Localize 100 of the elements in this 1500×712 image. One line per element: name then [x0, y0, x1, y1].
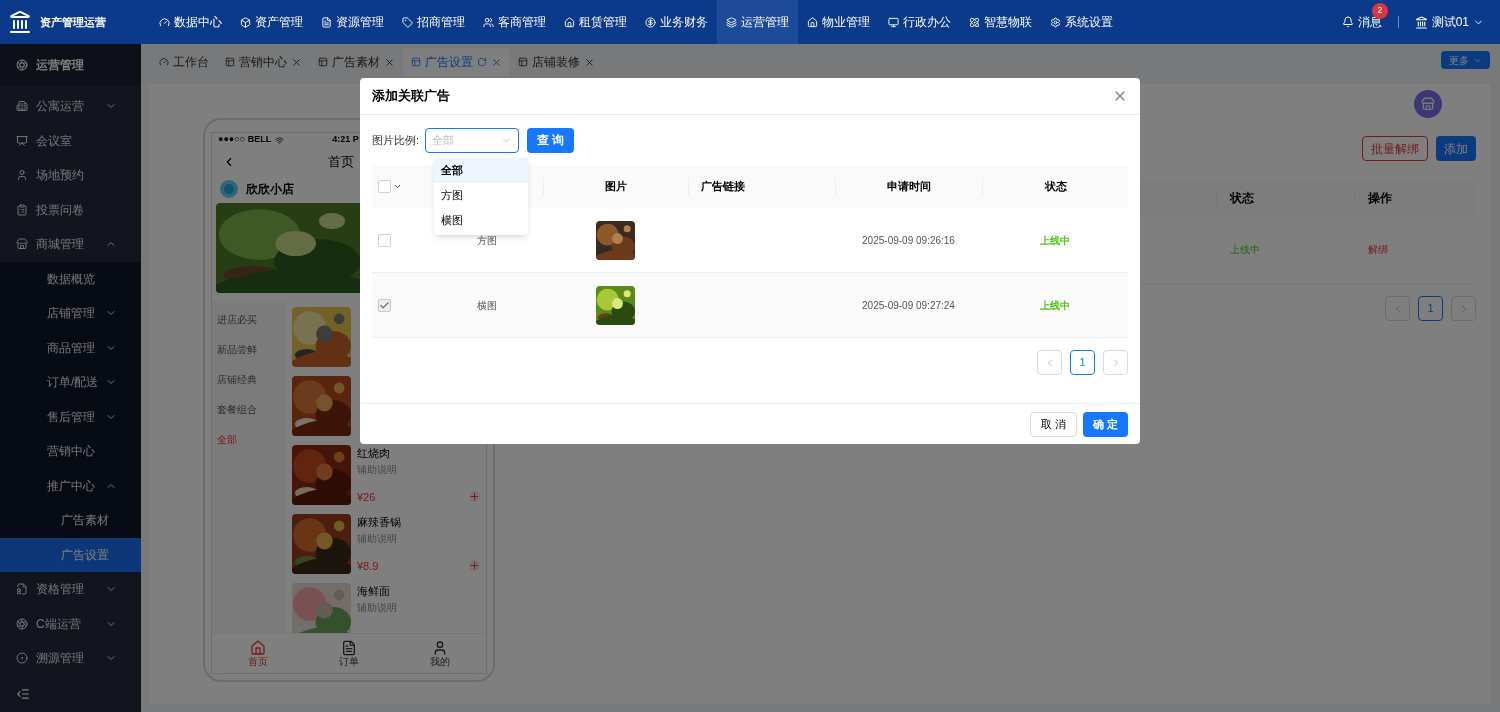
page-tab[interactable]: 店铺装修 — [510, 48, 603, 76]
dropdown-option[interactable]: 方图 — [434, 183, 528, 208]
sidebar-item[interactable]: 数据概览 — [0, 261, 141, 296]
nav-item[interactable]: 招商管理 — [393, 0, 474, 44]
nav-item[interactable]: 资产管理 — [231, 0, 312, 44]
table-cell: 2025-09-09 09:27:24 — [862, 299, 955, 311]
batch-unbind-button[interactable]: 批量解绑 — [1362, 136, 1428, 161]
wifi-icon — [275, 135, 285, 145]
page-icon — [411, 57, 421, 67]
store-icon[interactable] — [1414, 90, 1442, 118]
status-text: 上线中 — [1040, 299, 1070, 311]
column-header: 状态 — [1044, 180, 1067, 193]
nav-item[interactable]: 系统设置 — [1041, 0, 1122, 44]
gauge-icon — [159, 57, 169, 67]
page-tab[interactable]: 广告素材 — [310, 48, 403, 76]
collapse-icon[interactable] — [16, 687, 30, 701]
bell-icon[interactable] — [1341, 16, 1354, 28]
sidebar-item[interactable]: 店铺管理 — [0, 296, 141, 331]
previous-page-button[interactable] — [1037, 350, 1062, 375]
sidebar-item[interactable]: 溯源管理 — [0, 641, 141, 676]
status-text: 上线中 — [1230, 244, 1260, 255]
sidebar-item[interactable]: 推广中心 — [0, 468, 141, 503]
nav-item[interactable]: 运营管理 — [717, 0, 798, 44]
close-icon[interactable] — [384, 56, 395, 68]
house-icon — [249, 640, 266, 656]
dish-name: 海鲜面 — [357, 584, 391, 599]
sidebar-item[interactable]: 营销中心 — [0, 434, 141, 469]
sidebar-item[interactable]: 商品管理 — [0, 330, 141, 365]
close-icon[interactable] — [584, 56, 595, 68]
add-button[interactable]: 添加 — [1436, 136, 1476, 161]
close-icon[interactable] — [291, 56, 302, 68]
page-tab[interactable]: 营销中心 — [217, 48, 310, 76]
nav-item[interactable]: 智慧物联 — [960, 0, 1041, 44]
nav-item[interactable]: 资源管理 — [312, 0, 393, 44]
checkbox[interactable] — [378, 233, 391, 247]
dropdown-option[interactable]: 全部 — [434, 158, 528, 183]
refresh-icon[interactable] — [477, 57, 487, 67]
logo-icon — [8, 10, 32, 34]
page-button[interactable]: 1 — [1418, 296, 1443, 321]
checkbox[interactable] — [378, 180, 391, 193]
sidebar-item[interactable]: 广告素材 — [0, 503, 141, 538]
clock-text: 4:21 P — [332, 133, 359, 147]
page-tab[interactable]: 广告设置 — [403, 48, 510, 76]
category-item[interactable]: 全部 — [217, 429, 286, 449]
close-icon[interactable] — [491, 56, 502, 68]
sidebar-title: 运营管理 — [36, 57, 84, 74]
category-item[interactable]: 新品尝鲜 — [217, 339, 286, 359]
category-item[interactable]: 进店必买 — [217, 309, 286, 329]
store-name: 欣欣小店 — [246, 181, 294, 198]
cube-icon — [240, 16, 251, 28]
nav-item[interactable]: 业务财务 — [636, 0, 717, 44]
atom-icon — [969, 16, 980, 28]
page-button[interactable]: 1 — [1070, 350, 1095, 375]
app-title: 资产管理运营 — [40, 14, 106, 30]
nav-item[interactable]: 物业管理 — [798, 0, 879, 44]
sidebar-item[interactable]: C端运营 — [0, 606, 141, 641]
dialog-title: 添加关联广告 — [372, 87, 451, 106]
sidebar-item[interactable]: 广告设置 — [0, 537, 141, 572]
nav-item[interactable]: 租赁管理 — [555, 0, 636, 44]
page-tab[interactable]: 工作台 — [151, 48, 217, 76]
sidebar-item[interactable]: 资格管理 — [0, 572, 141, 607]
unbind-link[interactable]: 解绑 — [1368, 244, 1388, 255]
table-cell: 方图 — [476, 234, 497, 246]
sidebar-item[interactable]: 投票问卷 — [0, 192, 141, 227]
store-logo-icon — [220, 180, 238, 198]
nav-item[interactable]: 数据中心 — [150, 0, 231, 44]
dropdown-option[interactable]: 横图 — [434, 208, 528, 233]
caret-icon[interactable] — [393, 182, 402, 191]
tag-icon — [402, 16, 413, 28]
category-item[interactable]: 店铺经典 — [217, 369, 286, 389]
page-icon — [225, 57, 235, 67]
query-button[interactable]: 查 询 — [527, 127, 575, 153]
column-header: 申请时间 — [887, 180, 931, 193]
bottom-tab[interactable]: 首页 — [212, 634, 304, 673]
page-icon — [518, 57, 528, 67]
column-header: 图片 — [605, 180, 627, 193]
confirm-button[interactable]: 确 定 — [1082, 411, 1128, 437]
add-icon[interactable] — [469, 491, 480, 503]
sidebar-item[interactable]: 公寓运营 — [0, 89, 141, 124]
sidebar-item[interactable]: 场地预约 — [0, 158, 141, 193]
bottom-tab[interactable]: 我的 — [394, 634, 486, 673]
next-page-button[interactable] — [1103, 350, 1128, 375]
sidebar-item[interactable]: 商城管理 — [0, 227, 141, 262]
column-header: 状态 — [1230, 190, 1254, 207]
dish-name: 麻辣香锅 — [357, 515, 402, 530]
add-icon[interactable] — [469, 560, 480, 572]
cancel-button[interactable]: 取 消 — [1029, 411, 1077, 437]
nav-item[interactable]: 行政办公 — [879, 0, 960, 44]
column-header: 广告链接 — [701, 180, 745, 193]
bottom-tab[interactable]: 订单 — [303, 634, 395, 673]
filter-label: 图片比例: — [372, 132, 420, 148]
status-text: 上线中 — [1040, 234, 1070, 246]
category-item[interactable]: 套餐组合 — [217, 399, 286, 419]
sidebar-item[interactable]: 售后管理 — [0, 399, 141, 434]
more-button[interactable]: 更多 — [1441, 51, 1490, 69]
sidebar-item[interactable]: 订单/配送 — [0, 365, 141, 400]
dish-price: ¥26 — [357, 489, 376, 505]
user-name[interactable]: 测试01 — [1431, 13, 1469, 31]
nav-item[interactable]: 客商管理 — [474, 0, 555, 44]
sidebar-item[interactable]: 会议室 — [0, 123, 141, 158]
